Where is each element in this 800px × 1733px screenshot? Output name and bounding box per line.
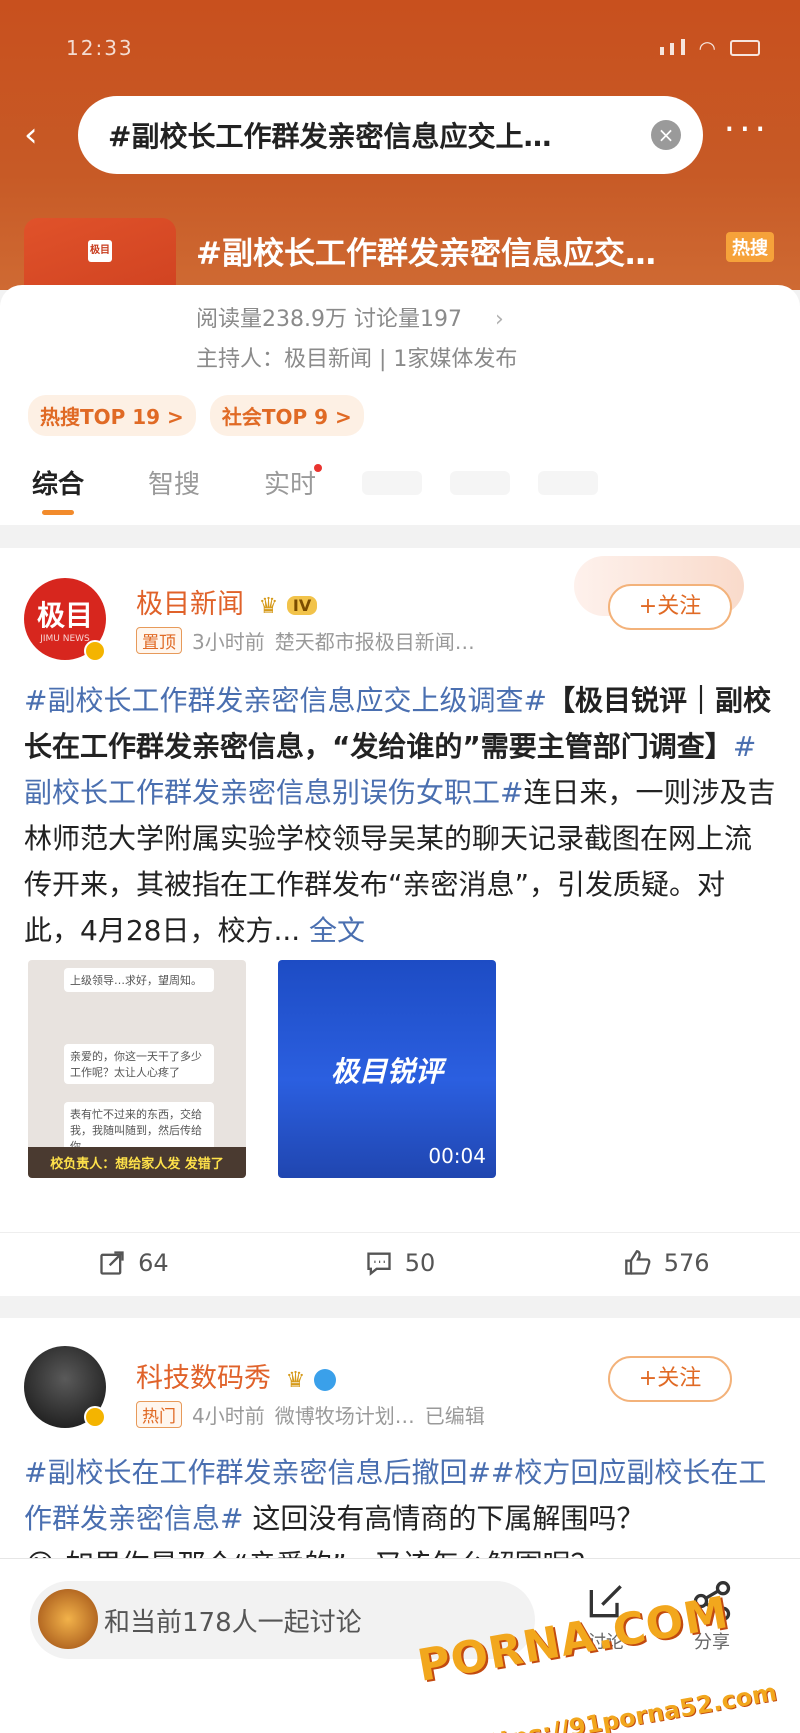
username-text: 科技数码秀 (136, 1363, 271, 1394)
status-bar: 12:33 ◠ (0, 36, 800, 66)
hashtag[interactable]: #副校长工作群发亲密信息应交上级调查# (24, 684, 547, 717)
post-meta: 置顶 3小时前 楚天都市报极目新闻… (136, 626, 475, 655)
post-card[interactable]: 极目 JIMU NEWS 极目新闻 ♛ IV 置顶 3小时前 楚天都市报极目新闻… (0, 548, 800, 1296)
topic-info: 阅读量238.9万 讨论量197 › 主持人：极目新闻 | 1家媒体发布 热搜T… (0, 285, 800, 525)
tab-bar: 综合 智搜 实时 (0, 455, 800, 515)
video-duration: 00:04 (428, 1144, 486, 1168)
more-icon[interactable]: ··· (724, 110, 770, 150)
new-dot (314, 464, 322, 472)
edited-label: 已编辑 (424, 1404, 485, 1428)
search-input[interactable]: #副校长工作群发亲密信息应交上… × (78, 96, 703, 174)
tab-label: 智搜 (147, 470, 200, 500)
crown-icon: ♛ (258, 594, 279, 619)
post-time: 4小时前 (192, 1404, 265, 1428)
comment-button[interactable]: 50 (267, 1233, 534, 1292)
tag-hot-search[interactable]: 热搜TOP 19 > (28, 395, 196, 436)
post-card[interactable]: 科技数码秀 ♛ 热门 4小时前 微博牧场计划… 已编辑 +关注 #副校长在工作群… (0, 1318, 800, 1581)
share-button[interactable]: 64 (0, 1233, 267, 1292)
video-logo: 极目锐评 (330, 1055, 443, 1088)
like-button[interactable]: 576 (533, 1233, 800, 1292)
avatar-text: 极目 (36, 599, 93, 632)
tab-general[interactable]: 综合 (0, 464, 116, 515)
username[interactable]: 极目新闻 ♛ IV (136, 582, 318, 621)
verified-icon (84, 1406, 106, 1428)
back-icon[interactable]: ‹ (24, 118, 38, 152)
verified-icon (84, 640, 106, 662)
share-icon (100, 1250, 124, 1275)
topic-stats-text: 阅读量238.9万 讨论量197 (196, 307, 462, 332)
chat-message: 上级领导…求好，望周知。 (64, 968, 214, 992)
tab-placeholder (450, 471, 510, 495)
search-query[interactable]: #副校长工作群发亲密信息应交上… (108, 115, 551, 155)
post-body: 这回没有高情商的下属解围吗？ (243, 1502, 645, 1535)
username-text: 极目新闻 (136, 589, 244, 620)
post-text[interactable]: #副校长工作群发亲密信息应交上级调查#【极目锐评｜副校长在工作群发亲密信息，“发… (24, 678, 776, 954)
like-count: 576 (663, 1248, 710, 1277)
discussion-placeholder: 和当前178人一起讨论 (104, 1607, 362, 1638)
read-full-link[interactable]: 全文 (309, 914, 365, 947)
tab-label: 实时 (263, 470, 316, 500)
share-count: 64 (138, 1248, 169, 1277)
crown-icon: ♛ (285, 1368, 306, 1393)
status-time: 12:33 (66, 36, 134, 60)
thumbs-up-icon (624, 1249, 651, 1275)
tag-society[interactable]: 社会TOP 9 > (209, 395, 364, 436)
image-caption: 校负责人：想给家人发 发错了 (28, 1147, 246, 1178)
post-time: 3小时前 (192, 630, 265, 654)
topic-stats[interactable]: 阅读量238.9万 讨论量197 › (196, 301, 504, 333)
chevron-right-icon: › (494, 307, 504, 332)
image-thumbnail[interactable]: 上级领导…求好，望周知。 亲爱的，你这一天干了多少工作呢？太让人心疼了 表有忙不… (28, 960, 246, 1178)
post-source: 楚天都市报极目新闻… (274, 630, 475, 654)
topic-host: 主持人：极目新闻 | 1家媒体发布 (196, 347, 518, 372)
rank-tags: 热搜TOP 19 > 社会TOP 9 > (28, 395, 364, 436)
chat-message: 亲爱的，你这一天干了多少工作呢？太让人心疼了 (64, 1044, 214, 1084)
battery-icon (730, 40, 760, 56)
signal-icon (659, 36, 685, 60)
follow-button[interactable]: +关注 (608, 584, 732, 630)
follow-button[interactable]: +关注 (608, 1356, 732, 1402)
post-actions: 64 50 576 (0, 1232, 800, 1292)
topic-title: #副校长工作群发亲密信息应交… (196, 236, 656, 272)
tab-placeholder (538, 471, 598, 495)
verified-blue-icon (313, 1368, 336, 1391)
post-source: 微博牧场计划… (274, 1404, 415, 1428)
status-icons: ◠ (659, 36, 760, 60)
tab-label: 综合 (31, 470, 84, 500)
logo-mini: 极目 (88, 240, 112, 262)
comment-icon (367, 1252, 391, 1276)
tab-smart-search[interactable]: 智搜 (116, 464, 232, 515)
tab-realtime[interactable]: 实时 (232, 464, 348, 515)
video-thumbnail[interactable]: 极目锐评 00:04 (278, 960, 496, 1178)
topic-header: 12:33 ◠ ‹ #副校长工作群发亲密信息应交上… × ··· 极目 关注 #… (0, 0, 800, 370)
tab-placeholder (362, 471, 422, 495)
post-meta: 热门 4小时前 微博牧场计划… 已编辑 (136, 1400, 485, 1429)
username[interactable]: 科技数码秀 ♛ (136, 1356, 336, 1395)
level-badge: IV (286, 596, 318, 615)
comment-count: 50 (404, 1248, 436, 1277)
wifi-icon: ◠ (698, 36, 716, 60)
user-avatar (38, 1589, 98, 1649)
hot-tag: 热门 (136, 1401, 182, 1428)
hot-badge: 热搜 (726, 232, 774, 262)
clear-icon[interactable]: × (651, 120, 681, 150)
pinned-badge: 置顶 (136, 627, 182, 654)
